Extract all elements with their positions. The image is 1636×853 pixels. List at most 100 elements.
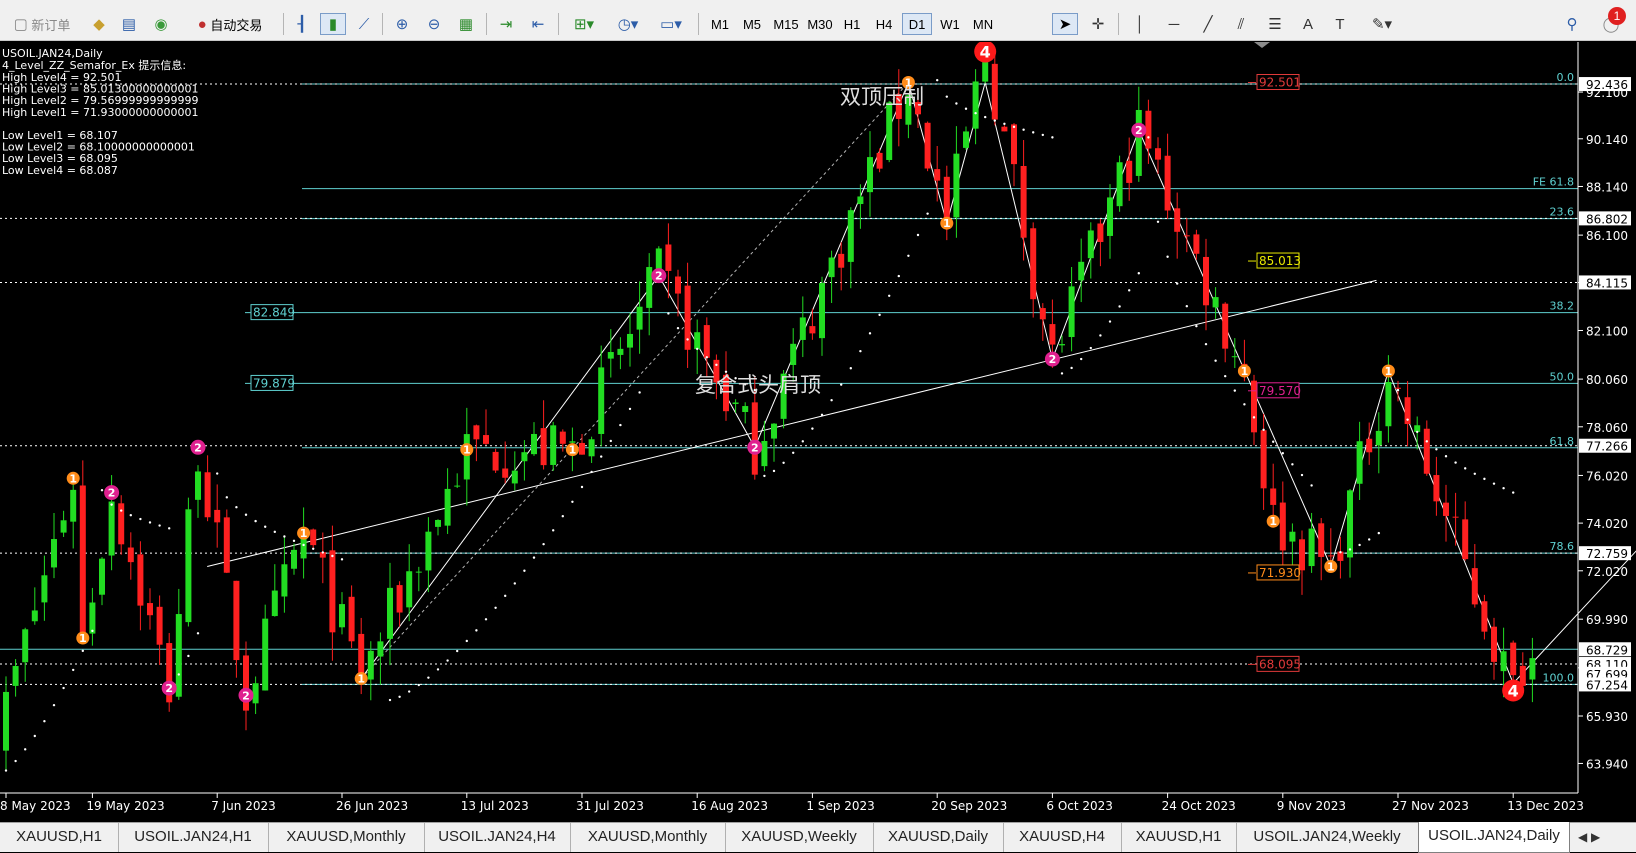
candle-body [156, 606, 163, 645]
semafor-marker-label: 2 [655, 270, 663, 283]
symbol-tab[interactable]: XAUUSD,Daily [873, 823, 1004, 852]
candle-body [454, 485, 461, 487]
candle-body [1327, 555, 1334, 557]
parabolic-sar-dot [974, 111, 977, 115]
symbol-tab[interactable]: XAUUSD,Weekly [725, 823, 874, 852]
parabolic-sar-dot [936, 78, 939, 82]
chart-shift-icon[interactable]: ⇤ [526, 13, 550, 35]
parabolic-sar-dot [1137, 272, 1141, 275]
new-order-button[interactable]: ▢ 新订单 [2, 13, 82, 35]
crosshair-icon[interactable]: ✛ [1086, 13, 1110, 35]
search-icon[interactable]: ⚲ [1560, 13, 1584, 35]
symbol-tab[interactable]: USOIL.JAN24,Daily [1418, 822, 1570, 853]
semafor-marker-label: 1 [463, 444, 471, 457]
fibonacci-icon[interactable]: ☰ [1262, 13, 1288, 35]
parabolic-sar-dot [1147, 136, 1150, 139]
periods-dropdown-icon[interactable]: ◷▾ [610, 13, 646, 35]
tile-windows-icon[interactable]: ▦ [454, 13, 478, 35]
timeframe-label: MN [972, 16, 994, 32]
symbol-tab[interactable]: XAUUSD,H1 [0, 823, 119, 852]
candle-body [703, 325, 710, 358]
symbol-tab[interactable]: USOIL.JAN24,H1 [118, 823, 269, 852]
candle-body [483, 435, 489, 444]
parabolic-sar-dot [81, 649, 85, 653]
candle-body [1260, 430, 1267, 489]
timeframe-h1[interactable]: H1 [838, 13, 866, 35]
timeframe-m1[interactable]: M1 [706, 13, 734, 35]
timeframe-h4[interactable]: H4 [870, 13, 898, 35]
templates-dropdown-icon[interactable]: ▭▾ [652, 13, 690, 35]
candle-body [924, 122, 931, 169]
price-chart[interactable]: 0.0 FE 61.8 23.6 38.2 50.0 61.8 78.6 100.0 82.84… [0, 40, 1636, 822]
auto-trade-button[interactable]: ● 自动交易 [184, 13, 276, 35]
parabolic-sar-dot [619, 423, 622, 427]
tab-scroll-arrows-icon[interactable]: ◀ ▶ [1578, 823, 1636, 852]
timeframe-label: M15 [773, 16, 799, 32]
parabolic-sar-dot [1099, 334, 1102, 337]
candle-body [665, 244, 672, 271]
semafor-marker-label: 2 [194, 441, 202, 454]
parabolic-sar-dot [1118, 305, 1121, 308]
timeframe-m5[interactable]: M5 [738, 13, 766, 35]
symbol-tab[interactable]: XAUUSD,Monthly [570, 823, 726, 852]
folder-icon[interactable]: ◆ [88, 13, 110, 35]
symbol-tab[interactable]: XAUUSD,H4 [1003, 823, 1122, 852]
symbol-tab[interactable]: USOIL.JAN24,Weekly [1236, 823, 1419, 852]
symbol-tab[interactable]: XAUUSD,H1 [1121, 823, 1237, 852]
parabolic-sar-dot [52, 703, 56, 707]
indicator-level-line: Low Level4 = 68.087 [2, 164, 118, 177]
parabolic-sar-dot [196, 632, 200, 635]
parabolic-sar-dot [408, 690, 411, 693]
notifications-icon[interactable]: ◯ 1 [1596, 7, 1626, 35]
candle-body [252, 683, 259, 704]
zoom-out-icon[interactable]: ⊖ [422, 13, 446, 35]
timeframe-w1[interactable]: W1 [936, 13, 964, 35]
semafor-marker-label: 1 [943, 217, 951, 230]
parabolic-sar-dot [1214, 359, 1217, 362]
vertical-line-icon[interactable]: │ [1130, 13, 1150, 35]
indicators-dropdown-icon[interactable]: ⊞▾ [566, 13, 602, 35]
arrows-dropdown-icon[interactable]: ✎▾ [1362, 13, 1402, 35]
parabolic-sar-dot [916, 233, 920, 237]
candle-body [1068, 286, 1075, 338]
market-watch-icon[interactable]: ▤ [118, 13, 140, 35]
candle-body [1231, 356, 1238, 358]
candle-body [1135, 109, 1142, 176]
price-tick-label: 90.140 [1586, 133, 1628, 147]
text-label-icon[interactable]: T [1328, 13, 1352, 35]
candlestick-icon[interactable]: ▮ [320, 13, 346, 35]
symbol-tab[interactable]: XAUUSD,Monthly [268, 823, 425, 852]
timeframe-m30[interactable]: M30 [804, 13, 836, 35]
trendline-icon[interactable]: ╱ [1196, 13, 1220, 35]
candle-body [1471, 568, 1478, 605]
parabolic-sar-dot [840, 383, 843, 386]
candle-body [70, 489, 77, 522]
candle-body [847, 210, 854, 262]
line-chart-icon[interactable]: ⟋ [352, 13, 376, 35]
text-tool-icon[interactable]: A [1296, 13, 1320, 35]
horizontal-line-icon[interactable]: ─ [1162, 13, 1186, 35]
parabolic-sar-dot [1224, 374, 1227, 378]
autoscroll-icon[interactable]: ⇥ [494, 13, 518, 35]
semafor-marker-label: 1 [300, 527, 308, 540]
channel-icon[interactable]: ⫽ [1228, 13, 1254, 35]
timeframe-d1[interactable]: D1 [902, 13, 932, 35]
timeframe-m15[interactable]: M15 [770, 13, 802, 35]
zoom-in-icon[interactable]: ⊕ [390, 13, 414, 35]
parabolic-sar-dot [1358, 543, 1361, 547]
symbol-tab[interactable]: USOIL.JAN24,H4 [424, 823, 571, 852]
candle-body [598, 367, 605, 434]
timeframe-label: M5 [742, 16, 762, 32]
parabolic-sar-dot [820, 413, 824, 417]
candle-body [646, 267, 653, 308]
timeframe-mn[interactable]: MN [968, 13, 998, 35]
parabolic-sar-dot [62, 686, 65, 690]
parabolic-sar-dot [504, 594, 507, 598]
cursor-icon[interactable]: ➤ [1052, 13, 1078, 35]
signals-icon[interactable]: ◉ [150, 13, 172, 35]
candle-body [1375, 430, 1382, 446]
bar-chart-icon[interactable]: ┨ [290, 13, 314, 35]
candle-body [1183, 235, 1190, 237]
fibonacci-level-label: 78.6 [1550, 540, 1575, 553]
time-tick-label: 9 Nov 2023 [1277, 799, 1346, 813]
